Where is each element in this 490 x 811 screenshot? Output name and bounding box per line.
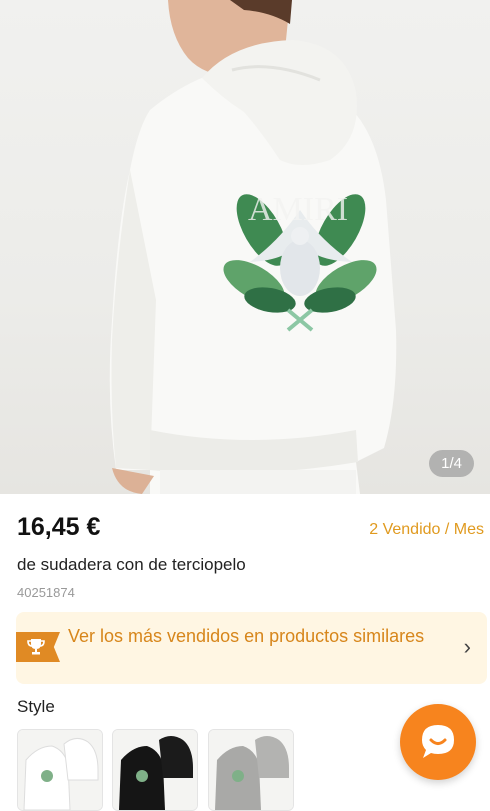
product-sku: 40251874 [17, 585, 75, 600]
grey-hoodie-thumbnail [209, 730, 293, 810]
image-counter: 1/4 [429, 450, 474, 477]
hoodie-photo: AMIRI [109, 0, 397, 494]
product-title: de sudadera con de terciopelo [17, 555, 246, 574]
white-hoodie-thumbnail [18, 730, 102, 810]
black-hoodie-thumbnail [113, 730, 197, 810]
chat-bubble-icon [422, 725, 454, 758]
svg-text:AMIRI: AMIRI [248, 191, 348, 228]
style-option-white[interactable] [17, 729, 103, 811]
best-sellers-banner[interactable]: Ver los más vendidos en productos simila… [16, 612, 487, 684]
product-price: 16,45 € [17, 513, 101, 541]
chevron-right-icon: › [463, 634, 471, 659]
sold-count: 2 Vendido / Mes [369, 521, 484, 538]
style-option-black[interactable] [112, 729, 198, 811]
trophy-icon [27, 639, 45, 655]
trophy-badge [16, 632, 60, 662]
style-option-grey[interactable] [208, 729, 294, 811]
product-image[interactable]: AMIRI 1/4 [0, 0, 490, 494]
chat-button[interactable] [400, 704, 476, 780]
banner-text: Ver los más vendidos en productos simila… [68, 626, 425, 646]
style-label: Style [17, 697, 55, 716]
